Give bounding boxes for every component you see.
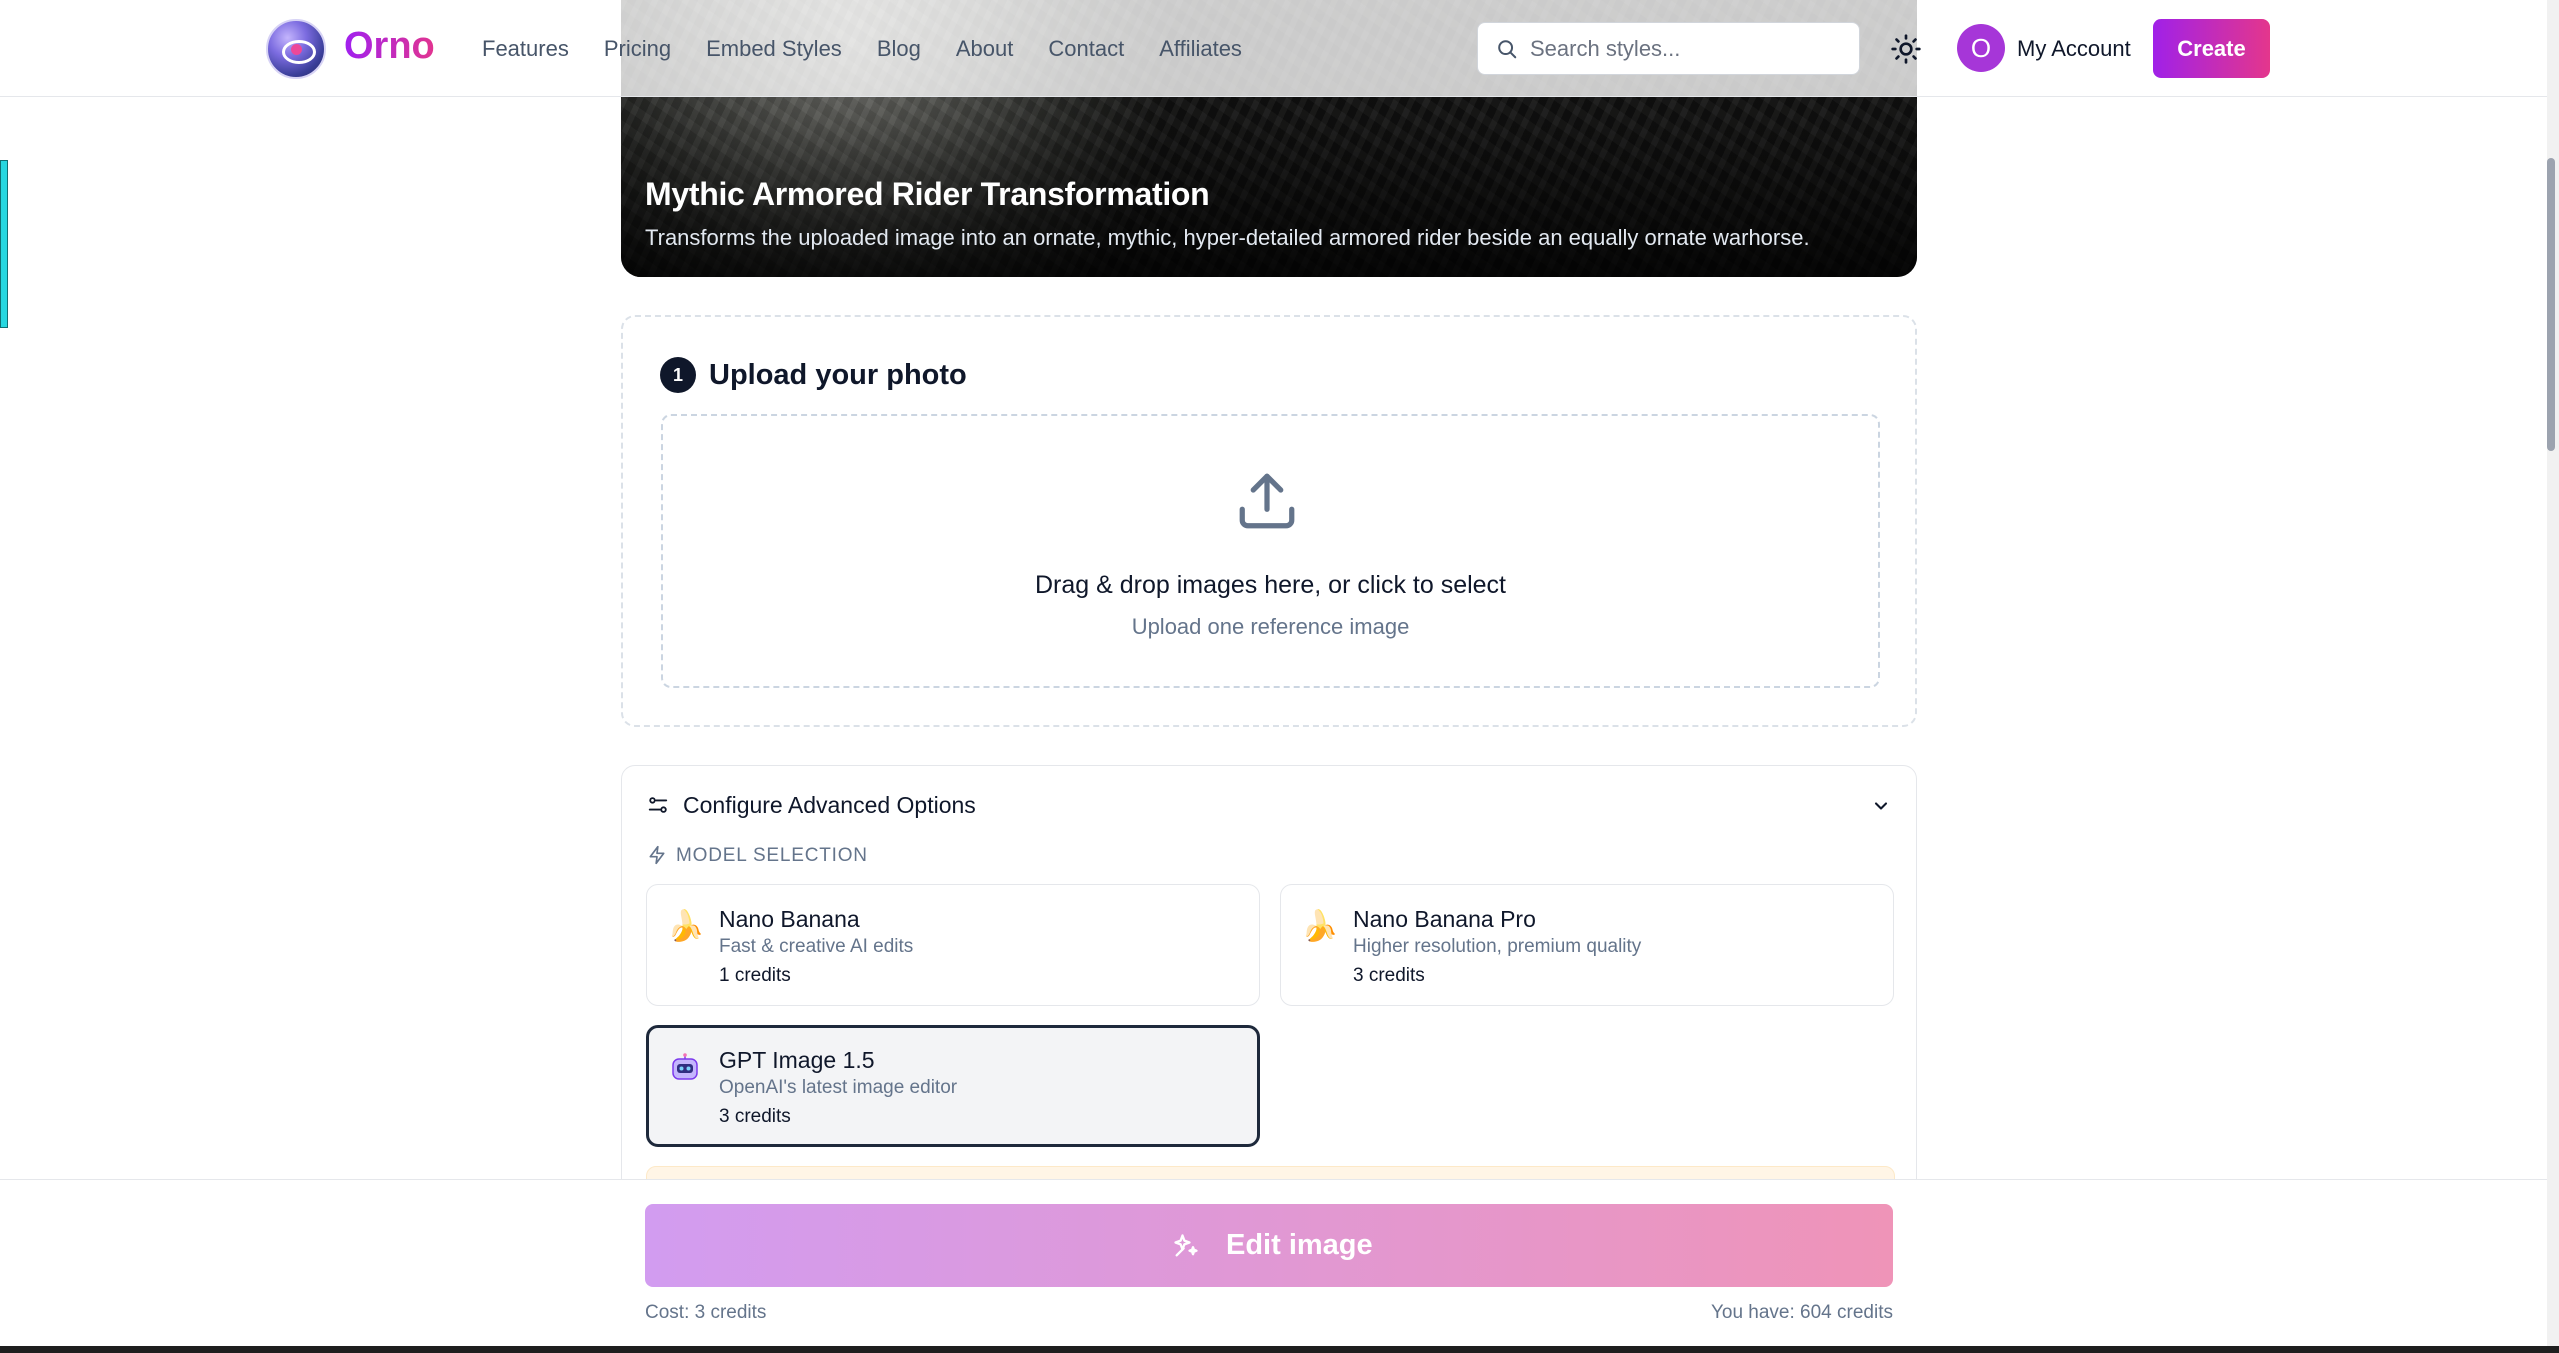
model-description: OpenAI's latest image editor bbox=[719, 1077, 958, 1098]
model-description: Higher resolution, premium quality bbox=[1353, 936, 1642, 957]
window-bottom-edge bbox=[0, 1346, 2559, 1353]
nav-about[interactable]: About bbox=[956, 36, 1014, 62]
model-cost: 3 credits bbox=[1353, 965, 1425, 986]
scrollbar-thumb[interactable] bbox=[2547, 158, 2555, 451]
settings-sliders-icon bbox=[648, 797, 668, 813]
upload-title: Upload your photo bbox=[709, 359, 967, 391]
logo-icon[interactable] bbox=[266, 19, 326, 79]
nav-blog[interactable]: Blog bbox=[877, 36, 921, 62]
credits-balance: You have: 604 credits bbox=[1710, 1302, 1893, 1323]
model-name: GPT Image 1.5 bbox=[719, 1047, 875, 1073]
banana-icon: 🍌 bbox=[667, 910, 705, 943]
action-bar: Edit image Cost: 3 credits You have: 604… bbox=[0, 1179, 2547, 1353]
model-option-nano-banana[interactable]: 🍌 Nano Banana Fast & creative AI edits 1… bbox=[646, 884, 1260, 1006]
nav-contact[interactable]: Contact bbox=[1048, 36, 1124, 62]
nav-features[interactable]: Features bbox=[482, 36, 569, 62]
dropzone-text: Drag & drop images here, or click to sel… bbox=[1034, 571, 1507, 599]
nav-embed-styles[interactable]: Embed Styles bbox=[706, 36, 842, 62]
side-tab-handle[interactable] bbox=[0, 160, 8, 328]
lightning-icon bbox=[649, 845, 665, 865]
step-badge: 1 bbox=[660, 357, 696, 393]
model-cost: 3 credits bbox=[719, 1106, 791, 1127]
site-header: Orno Features Pricing Embed Styles Blog … bbox=[0, 0, 2559, 97]
hero-title: Mythic Armored Rider Transformation bbox=[645, 176, 1210, 212]
model-cost: 1 credits bbox=[719, 965, 791, 986]
dropzone-subtext: Upload one reference image bbox=[1131, 614, 1410, 639]
advanced-options-toggle[interactable]: Configure Advanced Options bbox=[683, 792, 976, 819]
banana-icon: 🍌 bbox=[1301, 910, 1339, 943]
sun-icon[interactable] bbox=[1890, 33, 1922, 65]
model-name: Nano Banana bbox=[719, 906, 860, 932]
edit-image-button[interactable]: Edit image bbox=[645, 1204, 1893, 1287]
avatar[interactable]: O bbox=[1957, 24, 2005, 72]
search-icon bbox=[1498, 40, 1517, 59]
nav-pricing[interactable]: Pricing bbox=[604, 36, 671, 62]
nav-affiliates[interactable]: Affiliates bbox=[1159, 36, 1242, 62]
upload-section: 1 Upload your photo Drag & drop images h… bbox=[621, 315, 1917, 727]
model-selection-label: MODEL SELECTION bbox=[676, 845, 868, 866]
scrollbar[interactable] bbox=[2547, 0, 2559, 1353]
cost-text: Cost: 3 credits bbox=[645, 1302, 767, 1323]
brand-name[interactable]: Orno bbox=[344, 25, 435, 68]
search-input[interactable] bbox=[1530, 33, 1850, 65]
main-nav: Features Pricing Embed Styles Blog About… bbox=[482, 36, 1242, 62]
sparkles-icon bbox=[1174, 1234, 1198, 1257]
chevron-down-icon[interactable] bbox=[1871, 796, 1891, 816]
hero-description: Transforms the uploaded image into an or… bbox=[645, 225, 1810, 250]
upload-icon bbox=[1239, 473, 1295, 529]
model-name: Nano Banana Pro bbox=[1353, 906, 1536, 932]
create-button[interactable]: Create bbox=[2153, 19, 2270, 78]
search-box bbox=[1477, 22, 1860, 75]
robot-icon bbox=[672, 1053, 698, 1080]
model-option-gpt-image[interactable]: GPT Image 1.5 OpenAI's latest image edit… bbox=[646, 1025, 1260, 1147]
model-description: Fast & creative AI edits bbox=[719, 936, 914, 957]
model-option-nano-banana-pro[interactable]: 🍌 Nano Banana Pro Higher resolution, pre… bbox=[1280, 884, 1894, 1006]
edit-image-label: Edit image bbox=[1226, 1229, 1373, 1261]
my-account-link[interactable]: My Account bbox=[2017, 36, 2131, 62]
dropzone[interactable]: Drag & drop images here, or click to sel… bbox=[661, 414, 1880, 688]
